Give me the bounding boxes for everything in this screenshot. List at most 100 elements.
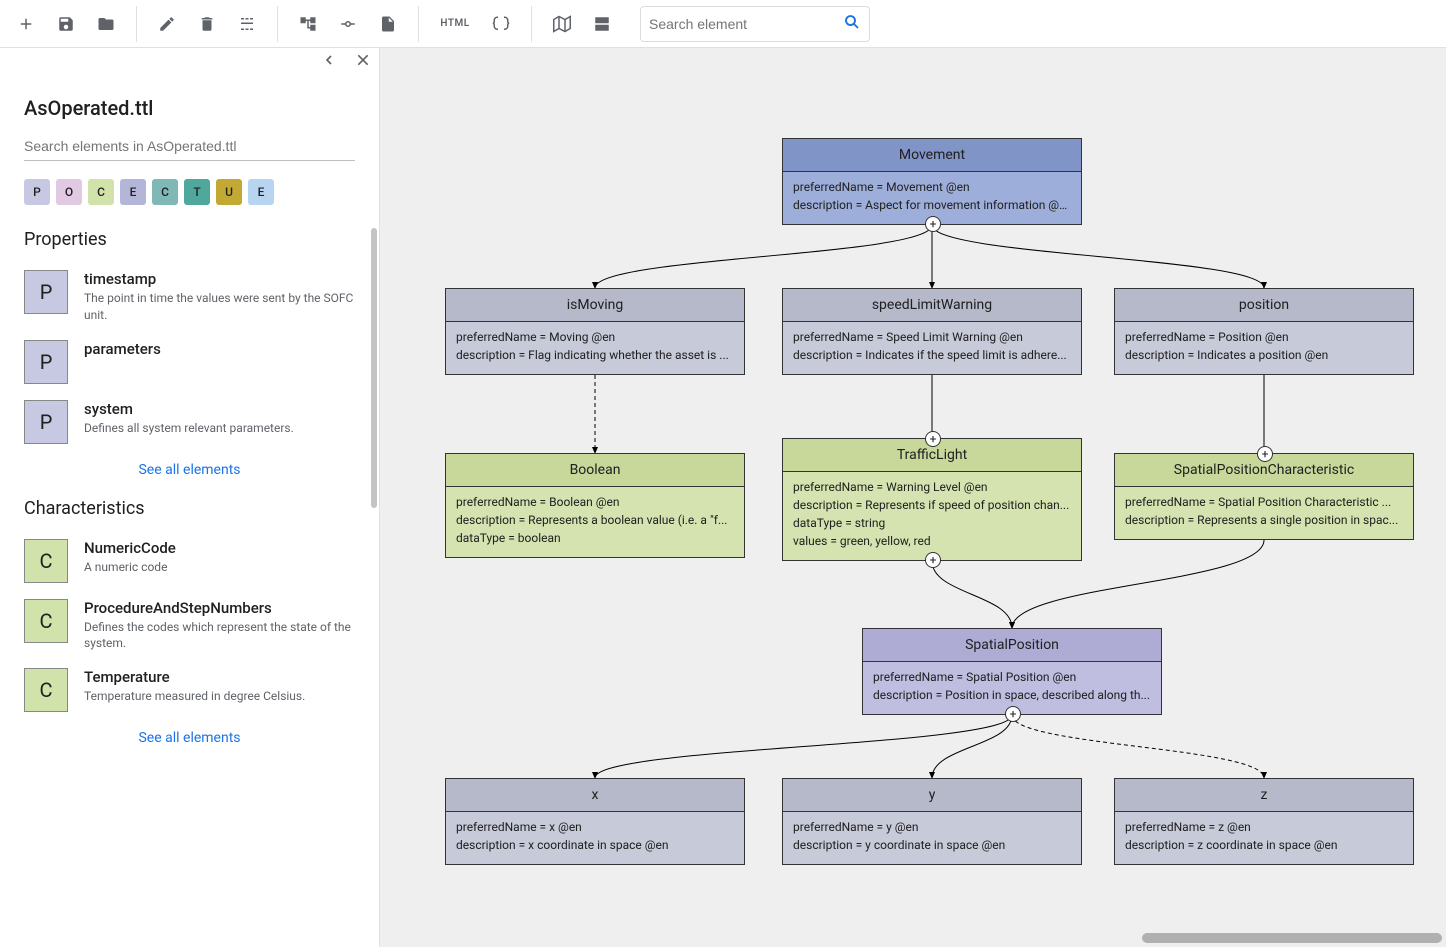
node-isMoving[interactable]: isMovingpreferredName = Moving @endescri…	[445, 288, 745, 375]
port-add-top[interactable]: +	[1257, 446, 1273, 462]
separator	[277, 6, 278, 42]
port-add-top[interactable]: +	[925, 431, 941, 447]
edge-spatialPosition-z	[1012, 715, 1264, 778]
sidebar-item-procedureandstepnumbers[interactable]: C ProcedureAndStepNumbers Defines the co…	[0, 591, 379, 661]
node-z[interactable]: zpreferredName = z @endescription = z co…	[1114, 778, 1414, 865]
sidebar-item-parameters[interactable]: P parameters	[0, 332, 379, 392]
node-property-line: preferredName = z @en	[1125, 820, 1403, 834]
node-property-line: description = y coordinate in space @en	[793, 838, 1071, 852]
view-button[interactable]	[584, 6, 620, 42]
node-property-line: preferredName = Spatial Position @en	[873, 670, 1151, 684]
edge-spatialPosition-x	[595, 715, 1012, 778]
close-sidebar-button[interactable]	[355, 52, 371, 72]
node-title: position	[1115, 289, 1413, 322]
sidebar-item-system[interactable]: P system Defines all system relevant par…	[0, 392, 379, 452]
item-badge: C	[24, 539, 68, 583]
node-y[interactable]: ypreferredName = y @endescription = y co…	[782, 778, 1082, 865]
node-property-line: description = Aspect for movement inform…	[793, 198, 1071, 212]
node-position[interactable]: position preferredName = Position @en desc…	[1114, 288, 1414, 375]
map-button[interactable]	[544, 6, 580, 42]
toolbar: HTML	[0, 0, 1446, 48]
node-property-line: preferredName = Spatial Position Charact…	[1125, 495, 1403, 509]
filter-chip-c-4[interactable]: C	[152, 179, 178, 205]
edge-trafficLight-spatialPosition	[932, 561, 1012, 628]
new-button[interactable]	[8, 6, 44, 42]
item-name: parameters	[84, 340, 355, 358]
item-badge: C	[24, 668, 68, 712]
filter-chip-e-3[interactable]: E	[120, 179, 146, 205]
see-all-properties[interactable]: See all elements	[0, 452, 379, 498]
filter-chip-o-1[interactable]: O	[56, 179, 82, 205]
node-property-line: preferredName = Warning Level @en	[793, 480, 1071, 494]
collapse-button[interactable]	[229, 6, 265, 42]
node-body: preferredName = x @endescription = x coo…	[446, 812, 744, 864]
filter-chip-p-0[interactable]: P	[24, 179, 50, 205]
document-button[interactable]	[370, 6, 406, 42]
layout-button[interactable]	[290, 6, 326, 42]
node-title: isMoving	[446, 289, 744, 322]
node-property-line: description = Represents a boolean value…	[456, 513, 734, 527]
filter-chip-e-7[interactable]: E	[248, 179, 274, 205]
html-button[interactable]: HTML	[431, 6, 479, 42]
search-element-box[interactable]	[640, 6, 870, 42]
edge-movement-position	[932, 225, 1264, 288]
filter-chip-t-5[interactable]: T	[184, 179, 210, 205]
commit-button[interactable]	[330, 6, 366, 42]
node-movement[interactable]: MovementpreferredName = Movement @endesc…	[782, 138, 1082, 225]
node-title: Movement	[783, 139, 1081, 172]
collapse-sidebar-button[interactable]	[321, 52, 337, 72]
port-add-bottom[interactable]: +	[1005, 706, 1021, 722]
section-title-characteristics: Characteristics	[0, 498, 379, 531]
node-boolean[interactable]: BooleanpreferredName = Boolean @endescri…	[445, 453, 745, 558]
node-title: SpatialPosition	[863, 629, 1161, 662]
port-add-bottom[interactable]: +	[925, 552, 941, 568]
item-desc: Defines all system relevant parameters.	[84, 420, 355, 437]
save-button[interactable]	[48, 6, 84, 42]
separator	[136, 6, 137, 42]
node-spatialPosChar[interactable]: SpatialPositionCharacteristicpreferredNa…	[1114, 453, 1414, 540]
node-property-line: preferredName = Position @en	[1125, 330, 1403, 344]
node-speedLimitWarning[interactable]: speedLimitWarningpreferredName = Speed L…	[782, 288, 1082, 375]
node-property-line: description = Indicates a position @en	[1125, 348, 1403, 362]
item-badge: P	[24, 270, 68, 314]
node-body: preferredName = Spatial Position Charact…	[1115, 487, 1413, 539]
sidebar-search-input[interactable]	[24, 132, 355, 161]
node-title: z	[1115, 779, 1413, 812]
node-spatialPosition[interactable]: SpatialPosition preferredName = Spatial P…	[862, 628, 1162, 715]
search-element-input[interactable]	[649, 16, 843, 32]
item-desc: A numeric code	[84, 559, 355, 576]
edit-button[interactable]	[149, 6, 185, 42]
item-badge: P	[24, 340, 68, 384]
filter-chip-c-2[interactable]: C	[88, 179, 114, 205]
node-body: preferredName = z @endescription = z coo…	[1115, 812, 1413, 864]
port-add-bottom[interactable]: +	[925, 216, 941, 232]
edge-movement-isMoving	[595, 225, 932, 288]
separator	[418, 6, 419, 42]
diagram-canvas[interactable]: MovementpreferredName = Movement @endesc…	[380, 48, 1446, 947]
sidebar: AsOperated.ttl POCECTUE PropertiesP time…	[0, 48, 380, 947]
folder-button[interactable]	[88, 6, 124, 42]
json-button[interactable]	[483, 6, 519, 42]
sidebar-item-numericcode[interactable]: C NumericCode A numeric code	[0, 531, 379, 591]
node-x[interactable]: xpreferredName = x @endescription = x co…	[445, 778, 745, 865]
item-name: NumericCode	[84, 539, 355, 557]
delete-button[interactable]	[189, 6, 225, 42]
node-body: preferredName = Moving @endescription = …	[446, 322, 744, 374]
scrollbar[interactable]	[371, 228, 377, 508]
horizontal-scrollbar[interactable]	[1142, 933, 1442, 943]
node-property-line: values = green, yellow, red	[793, 534, 1071, 548]
node-body: preferredName = y @endescription = y coo…	[783, 812, 1081, 864]
edge-spatialPosition-y	[932, 715, 1012, 778]
filter-chip-u-6[interactable]: U	[216, 179, 242, 205]
item-name: Temperature	[84, 668, 355, 686]
node-title: Boolean	[446, 454, 744, 487]
node-title: y	[783, 779, 1081, 812]
node-property-line: dataType = boolean	[456, 531, 734, 545]
see-all-characteristics[interactable]: See all elements	[0, 720, 379, 766]
item-desc: The point in time the values were sent b…	[84, 290, 355, 324]
node-trafficLight[interactable]: TrafficLightpreferredName = Warning Leve…	[782, 438, 1082, 561]
sidebar-item-timestamp[interactable]: P timestamp The point in time the values…	[0, 262, 379, 332]
item-name: ProcedureAndStepNumbers	[84, 599, 355, 617]
sidebar-item-temperature[interactable]: C Temperature Temperature measured in de…	[0, 660, 379, 720]
item-badge: C	[24, 599, 68, 643]
